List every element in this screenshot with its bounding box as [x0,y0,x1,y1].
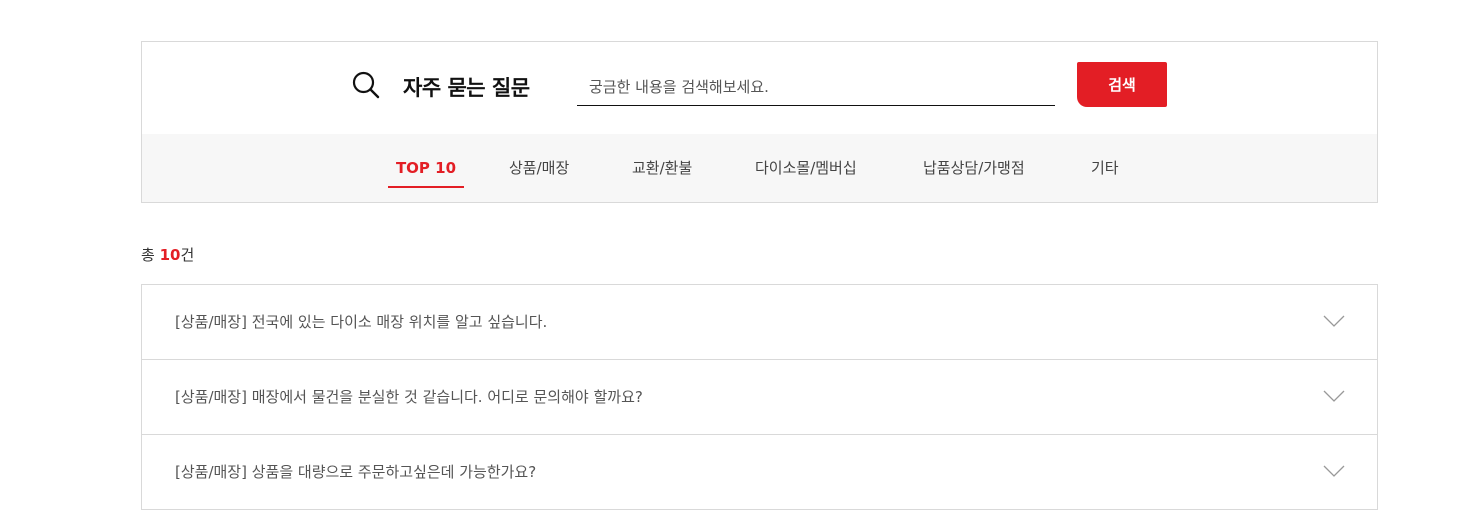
tab-daisomall-membership[interactable]: 다이소몰/멤버십 [755,134,857,188]
chevron-down-icon [1323,315,1345,327]
chevron-down-icon [1323,465,1345,477]
search-icon [352,71,380,99]
faq-search-panel: 자주 묻는 질문 검색 TOP 10 상품/매장 교환/환불 다이소몰/멤버십 … [141,41,1378,203]
tab-top10[interactable]: TOP 10 [388,134,464,188]
tab-supply-franchise[interactable]: 납품상담/가맹점 [923,134,1025,188]
faq-list: [상품/매장] 전국에 있는 다이소 매장 위치를 알고 싶습니다. [상품/매… [141,284,1378,510]
faq-item[interactable]: [상품/매장] 매장에서 물건을 분실한 것 같습니다. 어디로 문의해야 할까… [141,360,1378,435]
faq-question: [상품/매장] 매장에서 물건을 분실한 것 같습니다. 어디로 문의해야 할까… [175,388,643,406]
faq-item[interactable]: [상품/매장] 전국에 있는 다이소 매장 위치를 알고 싶습니다. [141,285,1378,360]
search-button[interactable]: 검색 [1077,62,1167,107]
faq-question: [상품/매장] 상품을 대량으로 주문하고싶은데 가능한가요? [175,463,537,481]
search-row: 자주 묻는 질문 검색 [142,42,1377,134]
tab-etc[interactable]: 기타 [1091,134,1119,188]
category-tabs: TOP 10 상품/매장 교환/환불 다이소몰/멤버십 납품상담/가맹점 기타 [142,134,1377,202]
page-title: 자주 묻는 질문 [403,76,530,100]
search-input[interactable] [577,69,1055,106]
total-count-number: 10 [159,246,181,264]
total-count: 총 10건 [141,244,194,265]
tab-product-store[interactable]: 상품/매장 [509,134,569,188]
faq-item[interactable]: [상품/매장] 상품을 대량으로 주문하고싶은데 가능한가요? [141,435,1378,510]
total-prefix: 총 [141,246,160,264]
total-suffix: 건 [180,246,195,264]
faq-question: [상품/매장] 전국에 있는 다이소 매장 위치를 알고 싶습니다. [175,313,548,331]
chevron-down-icon [1323,390,1345,402]
tab-exchange-refund[interactable]: 교환/환불 [632,134,692,188]
